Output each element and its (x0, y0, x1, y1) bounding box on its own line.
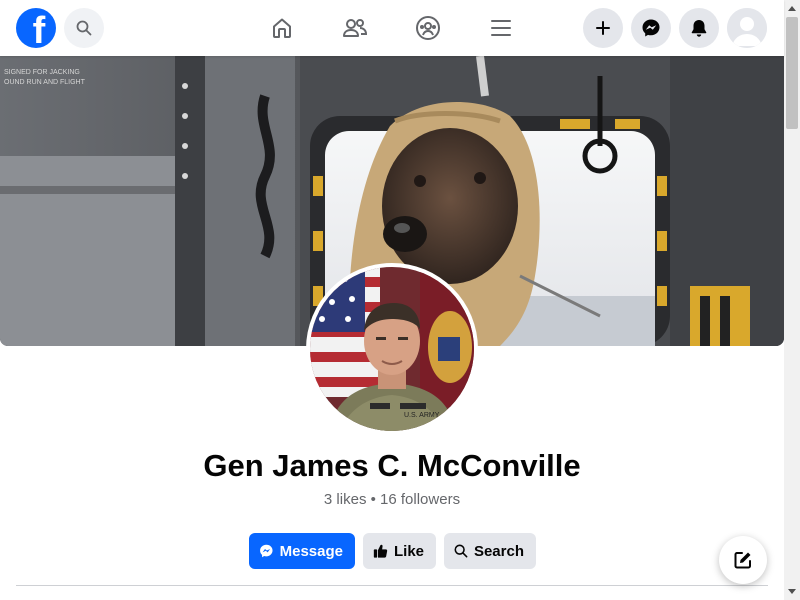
facebook-logo-letter: f (32, 10, 46, 48)
new-message-button[interactable] (719, 536, 767, 584)
scroll-down-arrow[interactable] (784, 584, 800, 600)
arrow-up-icon (788, 6, 796, 11)
nav-home-button[interactable] (266, 12, 298, 44)
compose-icon (734, 552, 751, 569)
search-button-label: Search (473, 542, 524, 560)
search-button[interactable] (64, 8, 104, 48)
create-button[interactable] (583, 8, 623, 48)
menu-icon (491, 20, 511, 36)
profile-picture[interactable]: U.S. ARMY (306, 263, 478, 435)
profile-photo-image: U.S. ARMY (310, 267, 474, 431)
svg-text:SIGNED FOR JACKING: SIGNED FOR JACKING (4, 69, 80, 76)
page-scrollbar[interactable] (784, 0, 800, 600)
bell-icon (691, 20, 707, 37)
profile-stats: 3 likes • 16 followers (323, 491, 461, 508)
notifications-button[interactable] (679, 8, 719, 48)
facebook-logo-icon[interactable]: f (16, 8, 56, 48)
section-divider (16, 585, 768, 586)
profile-name: Gen James C. McConville (203, 448, 581, 483)
profile-search-button[interactable]: Search (444, 533, 536, 569)
messenger-icon (260, 544, 273, 558)
profile-actions: Message Like Search (249, 533, 536, 569)
top-navigation-bar: f (0, 0, 784, 56)
messenger-icon (642, 19, 660, 37)
message-button-label: Message (279, 542, 343, 560)
like-button[interactable]: Like (363, 533, 436, 569)
svg-text:U.S. ARMY: U.S. ARMY (404, 412, 440, 419)
account-avatar-icon (727, 8, 767, 48)
like-button-label: Like (393, 542, 424, 560)
search-icon (76, 20, 92, 36)
messenger-button[interactable] (631, 8, 671, 48)
search-icon (454, 544, 468, 558)
scrollbar-thumb[interactable] (786, 17, 798, 129)
nav-groups-button[interactable] (412, 12, 444, 44)
message-button[interactable]: Message (249, 533, 355, 569)
scroll-up-arrow[interactable] (784, 0, 800, 16)
account-avatar-button[interactable] (727, 8, 767, 48)
thumbs-up-icon (373, 544, 388, 558)
arrow-down-icon (788, 589, 796, 594)
nav-menu-button[interactable] (485, 12, 517, 44)
svg-text:OUND RUN AND FLIGHT: OUND RUN AND FLIGHT (4, 79, 86, 86)
groups-icon (416, 16, 440, 40)
nav-friends-button[interactable] (339, 12, 371, 44)
plus-icon (596, 21, 610, 35)
home-icon (273, 18, 291, 38)
friends-icon (343, 19, 368, 37)
